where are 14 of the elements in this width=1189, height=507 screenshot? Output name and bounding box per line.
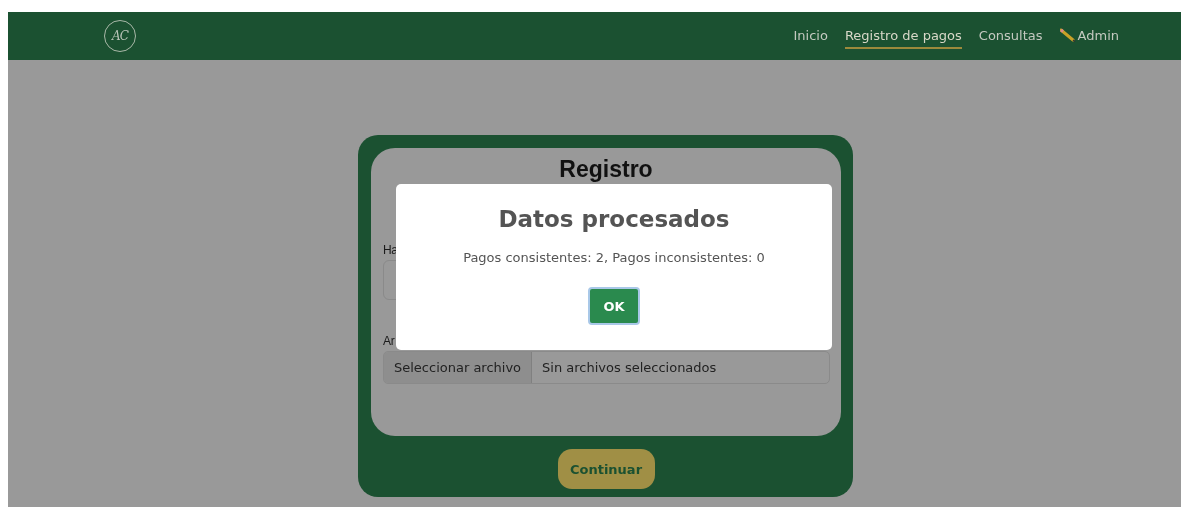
continue-button[interactable]: Continuar <box>557 449 655 489</box>
modal-title: Datos procesados <box>498 206 730 232</box>
nav-link[interactable]: Inicio <box>793 23 828 49</box>
field-label: Ar <box>383 334 396 348</box>
choose-file-button[interactable]: Seleccionar archivo <box>384 352 533 383</box>
modal-message: Pagos consistentes: 2, Pagos inconsistentes: 0 <box>463 250 765 265</box>
file-status: Sin archivos seleccionados <box>541 359 717 377</box>
form-title: Registro <box>559 156 653 183</box>
ok-button[interactable]: OK <box>588 287 640 325</box>
file-input[interactable]: Seleccionar archivo Sin archivos seleccionados <box>383 351 830 384</box>
nav-link[interactable]: Admin <box>1059 23 1119 49</box>
pencil-icon <box>1059 28 1076 42</box>
nav-link[interactable]: Consultas <box>978 23 1043 49</box>
nav-link[interactable]: Registro de pagos <box>844 23 962 49</box>
